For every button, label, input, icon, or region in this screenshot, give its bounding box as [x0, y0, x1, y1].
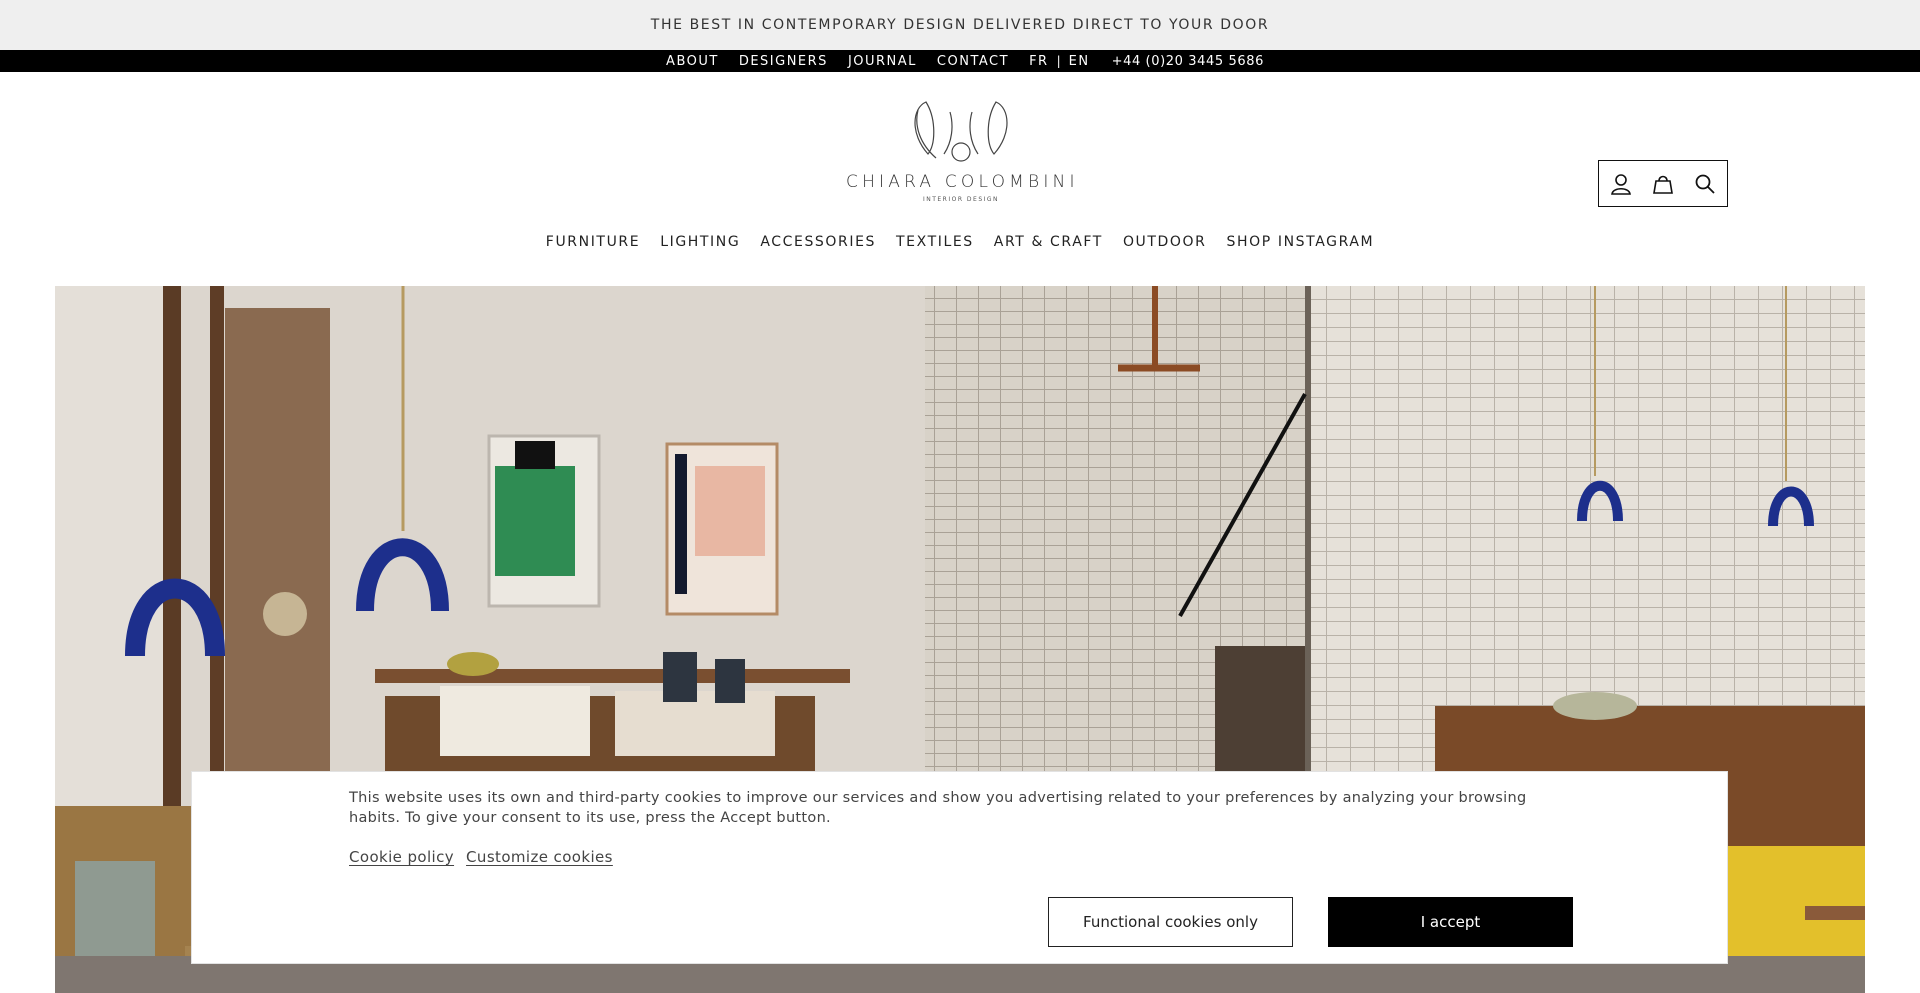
nav-shop-instagram[interactable]: SHOP INSTAGRAM	[1227, 234, 1375, 256]
customize-cookies-link[interactable]: Customize cookies	[466, 848, 613, 866]
brand-tagline: INTERIOR DESIGN	[922, 196, 1000, 203]
phone-number[interactable]: +44 (0)20 3445 5686	[1112, 54, 1264, 69]
brand-logo[interactable]: CHIARA COLOMBINI INTERIOR DESIGN	[846, 98, 1076, 216]
main-nav: FURNITURE LIGHTING ACCESSORIES TEXTILES …	[0, 234, 1920, 256]
nav-textiles[interactable]: TEXTILES	[896, 234, 974, 256]
cookie-policy-link[interactable]: Cookie policy	[349, 848, 454, 866]
brand-name: CHIARA COLOMBINI	[846, 172, 1079, 192]
language-fr[interactable]: FR	[1029, 54, 1049, 69]
utility-link-contact[interactable]: CONTACT	[937, 54, 1009, 69]
accept-cookies-button[interactable]: I accept	[1328, 897, 1573, 947]
promo-text: THE BEST IN CONTEMPORARY DESIGN DELIVERE…	[650, 17, 1270, 33]
cookie-message: This website uses its own and third-part…	[349, 790, 1527, 826]
cookie-banner: This website uses its own and third-part…	[191, 771, 1728, 964]
header-actions	[1598, 160, 1728, 207]
utility-link-journal[interactable]: JOURNAL	[848, 54, 917, 69]
nav-lighting[interactable]: LIGHTING	[660, 234, 740, 256]
nav-furniture[interactable]: FURNITURE	[546, 234, 640, 256]
utility-nav: ABOUT DESIGNERS JOURNAL CONTACT FR | EN …	[0, 50, 1920, 72]
functional-cookies-button[interactable]: Functional cookies only	[1048, 897, 1293, 947]
nav-accessories[interactable]: ACCESSORIES	[760, 234, 876, 256]
user-icon[interactable]	[1608, 171, 1634, 197]
nav-outdoor[interactable]: OUTDOOR	[1123, 234, 1207, 256]
utility-link-designers[interactable]: DESIGNERS	[739, 54, 828, 69]
language-en[interactable]: EN	[1069, 54, 1090, 69]
search-icon[interactable]	[1692, 171, 1718, 197]
shopping-bag-icon[interactable]	[1650, 171, 1676, 197]
promo-bar: THE BEST IN CONTEMPORARY DESIGN DELIVERE…	[0, 0, 1920, 50]
nav-art-craft[interactable]: ART & CRAFT	[994, 234, 1103, 256]
language-separator: |	[1056, 54, 1061, 68]
utility-link-about[interactable]: ABOUT	[666, 54, 719, 69]
cookie-links: Cookie policy Customize cookies	[349, 848, 613, 866]
logo-mark-icon	[914, 101, 1008, 162]
